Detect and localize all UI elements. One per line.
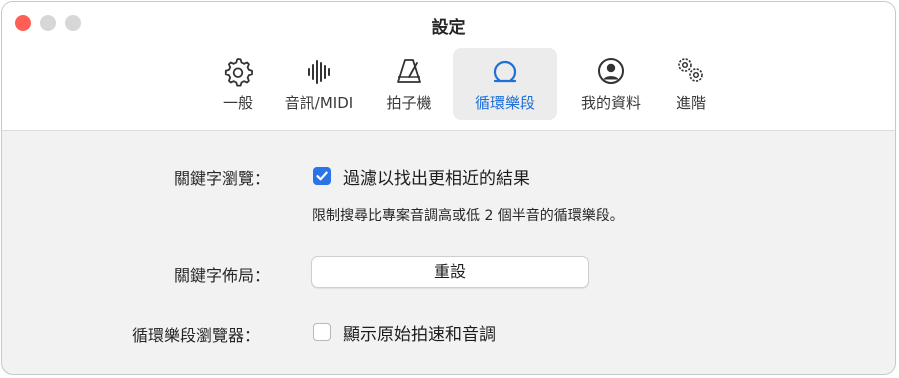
keyword-layout-label: 關鍵字佈局：	[174, 266, 271, 285]
tab-label: 我的資料	[580, 94, 641, 112]
show-original-tempo-label[interactable]: 顯示原始拍速和音調	[343, 320, 496, 345]
loop-browser-label: 循環樂段瀏覽器：	[132, 326, 261, 345]
settings-window: 設定 一般 音訊/MIDI 拍子機 循環樂段 我的資料 進階 關鍵字瀏覽： 過濾…	[1, 1, 896, 375]
show-original-tempo-checkbox[interactable]	[313, 323, 331, 341]
person-icon	[598, 58, 624, 84]
tab-my-info[interactable]: 我的資料	[569, 48, 653, 120]
gear-icon	[224, 58, 253, 87]
gears-icon	[678, 58, 703, 82]
tab-loops[interactable]: 循環樂段	[453, 48, 557, 120]
tab-audio-midi[interactable]: 音訊/MIDI	[278, 48, 360, 120]
filter-hint: 限制搜尋比專案音調高或低 2 個半音的循環樂段。	[312, 208, 624, 224]
reset-button[interactable]: 重設	[311, 256, 589, 288]
waveform-icon	[308, 60, 330, 84]
loop-icon	[493, 60, 517, 83]
keyword-browser-label: 關鍵字瀏覽：	[174, 169, 271, 188]
tab-label: 拍子機	[386, 94, 432, 112]
filter-checkbox-label[interactable]: 過濾以找出更相近的結果	[343, 164, 530, 189]
tab-label: 進階	[675, 94, 706, 112]
tab-label: 音訊/MIDI	[284, 94, 354, 112]
tab-general[interactable]: 一般	[210, 48, 266, 120]
toolbar: 設定 一般 音訊/MIDI 拍子機 循環樂段 我的資料 進階	[2, 2, 895, 131]
tab-advanced[interactable]: 進階	[665, 48, 717, 120]
tab-label: 一般	[222, 94, 253, 112]
window-title: 設定	[431, 18, 466, 38]
tab-metronome[interactable]: 拍子機	[376, 48, 442, 120]
filter-checkbox[interactable]	[313, 167, 331, 185]
metronome-icon	[397, 59, 421, 83]
tab-label: 循環樂段	[474, 94, 535, 112]
checkmark-icon	[316, 171, 328, 181]
